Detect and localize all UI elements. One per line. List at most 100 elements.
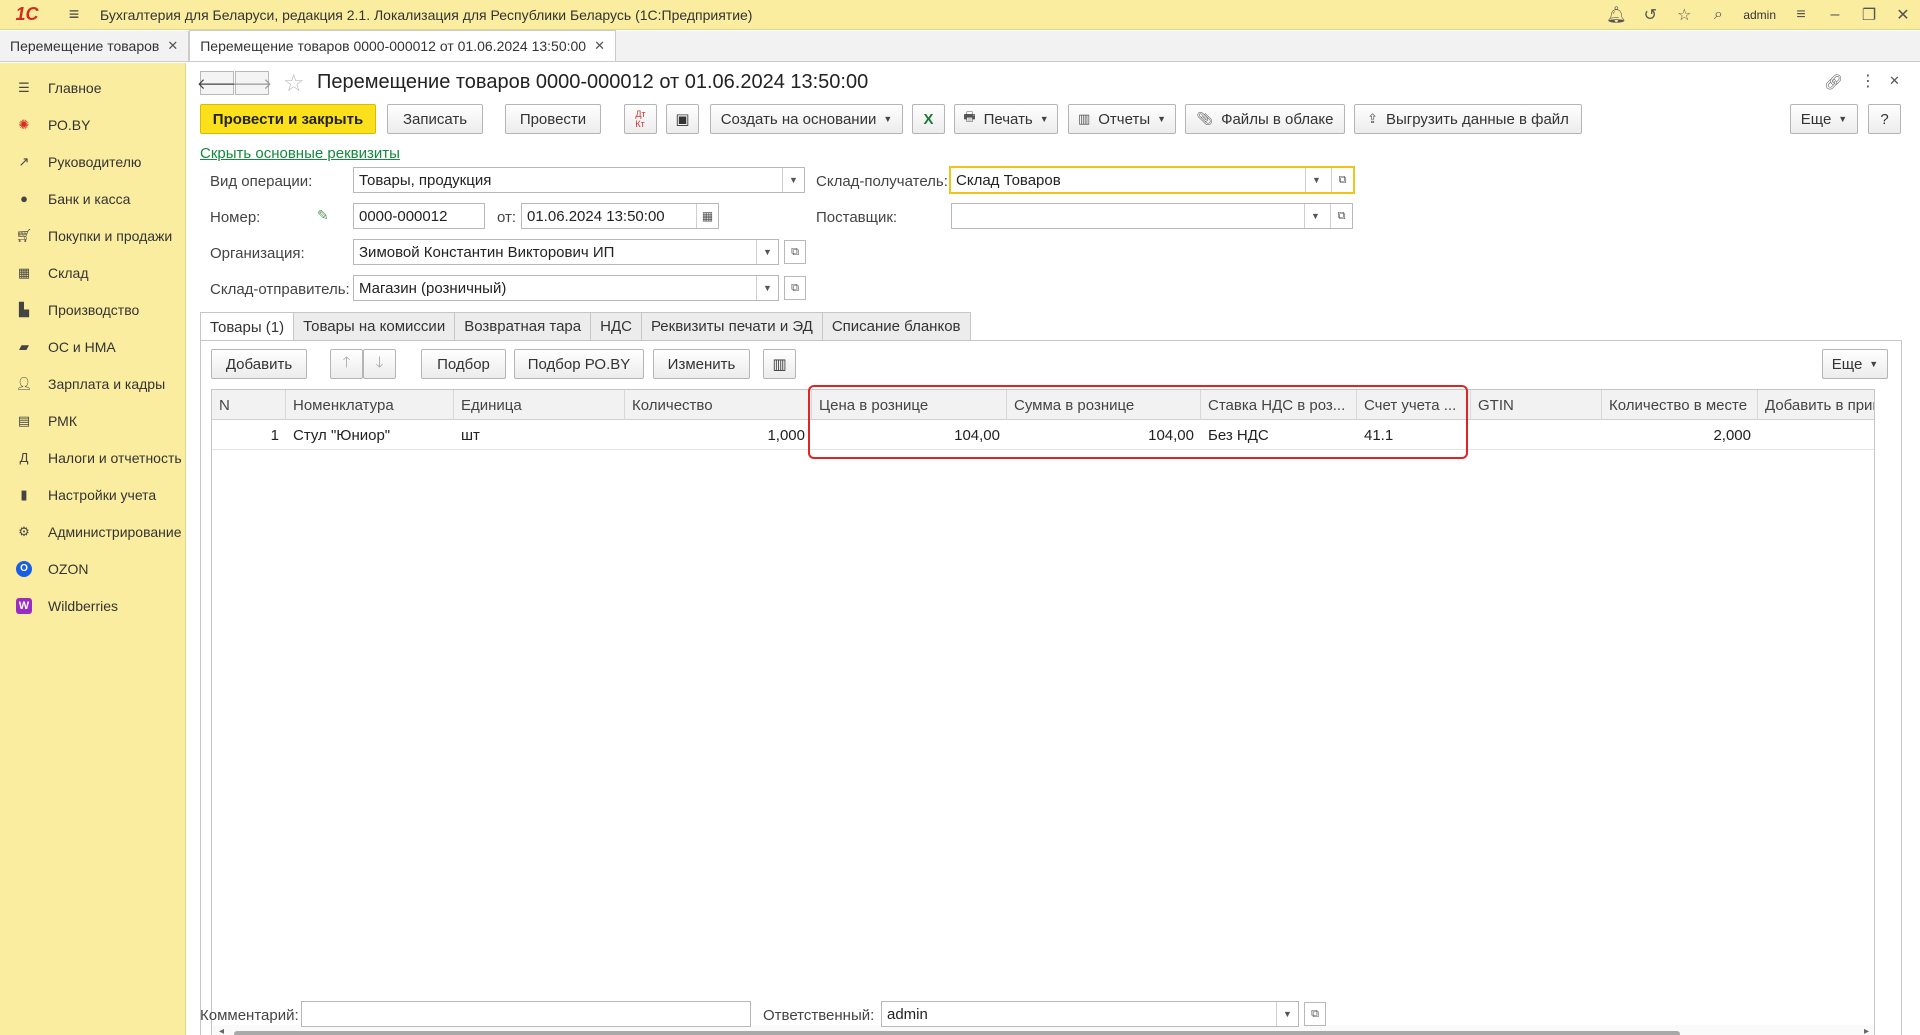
column-header[interactable]: Добавить в приме [1758,390,1874,420]
close-form-icon[interactable]: ✕ [1889,73,1900,89]
search-icon[interactable]: ⌕ [1701,6,1735,24]
chevron-down-icon[interactable]: ▼ [1304,204,1326,228]
more-vertical-icon[interactable]: ⋮ [1860,71,1876,91]
column-header[interactable]: Количество в месте [1602,390,1758,420]
tab-blank-writeoff[interactable]: Списание бланков [821,312,971,340]
link-icon[interactable]: 🔗︎ [1824,73,1843,91]
history-icon[interactable]: ↺ [1633,5,1667,25]
column-header[interactable]: Сумма в рознице [1007,390,1201,420]
table-more-button[interactable]: Еще ▼ [1822,349,1888,379]
minimize-icon[interactable]: – [1818,6,1852,24]
operation-type-field[interactable]: Товары, продукция ▼ [353,167,805,193]
receiver-warehouse-field[interactable]: Склад Товаров ▼ ⧉ [949,166,1355,194]
close-tab-icon[interactable]: ✕ [167,38,178,54]
column-header[interactable]: GTIN [1471,390,1602,420]
sender-warehouse-field[interactable]: Магазин (розничный) ▼ ⧉ [353,275,806,301]
settings-icon[interactable]: ≡ [1784,6,1818,24]
sidebar-item-production[interactable]: ▙ Производство [0,291,185,328]
sidebar-item-sales[interactable]: 🛒︎ Покупки и продажи [0,217,185,254]
open-icon[interactable]: ⧉ [784,276,806,300]
sidebar-item-rmk[interactable]: ▤ РМК [0,402,185,439]
scrollbar-thumb[interactable] [234,1031,1680,1035]
more-button[interactable]: Еще ▼ [1790,104,1858,134]
sidebar-item-main[interactable]: ☰ Главное [0,69,185,106]
hide-details-link[interactable]: Скрыть основные реквизиты [200,145,400,162]
move-down-icon[interactable]: 🡓 [363,349,396,379]
excel-icon[interactable]: X [912,104,945,134]
sidebar-item-salary[interactable]: 👤︎ Зарплата и кадры [0,365,185,402]
scroll-left-icon[interactable]: ◂ [219,1026,224,1035]
table-row[interactable]: 1 Стул "Юниор" шт 1,000 104,00 104,00 Бе… [212,420,1874,450]
tab-vat[interactable]: НДС [590,312,642,340]
sidebar-item-wildberries[interactable]: W Wildberries [0,587,185,624]
change-button[interactable]: Изменить [653,349,750,379]
favorite-star-icon[interactable]: ☆ [283,69,305,98]
pick-button[interactable]: Подбор [421,349,506,379]
sidebar-item-assets[interactable]: ▰ ОС и НМА [0,328,185,365]
bell-icon[interactable]: 🔔︎ [1599,5,1633,25]
move-up-icon[interactable]: 🡑 [330,349,363,379]
add-button[interactable]: Добавить [211,349,307,379]
restore-icon[interactable]: ❐ [1852,5,1886,25]
sidebar-item-ozon[interactable]: O OZON [0,550,185,587]
close-tab-icon[interactable]: ✕ [594,38,605,54]
tab-returnable-packaging[interactable]: Возвратная тара [454,312,592,340]
sidebar-item-admin[interactable]: ⚙ Администрирование [0,513,185,550]
sidebar-item-roby[interactable]: ✺ РО.BY [0,106,185,143]
column-header[interactable]: Ставка НДС в роз... [1201,390,1357,420]
open-icon[interactable]: ⧉ [1330,204,1352,228]
save-button[interactable]: Записать [387,104,483,134]
calendar-icon[interactable]: ▦ [696,204,718,228]
user-name[interactable]: admin [1743,8,1776,22]
number-field[interactable]: 0000-000012 [353,203,485,229]
sidebar-item-manager[interactable]: ↗ Руководителю [0,143,185,180]
tab-goods[interactable]: Товары (1) [200,312,295,341]
barcode-icon[interactable]: ▥ [763,349,796,379]
organization-field[interactable]: Зимовой Константин Викторович ИП ▼ ⧉ [353,239,806,265]
reports-button[interactable]: ▥ Отчеты ▼ [1068,104,1176,134]
date-field[interactable]: 01.06.2024 13:50:00 ▦ [521,203,719,229]
sidebar-item-settings[interactable]: ▮ Настройки учета [0,476,185,513]
chevron-down-icon[interactable]: ▼ [1305,168,1327,192]
column-header[interactable]: Единица [454,390,625,420]
column-header[interactable]: Номенклатура [286,390,454,420]
comment-field[interactable] [301,1001,751,1027]
responsible-field[interactable]: admin ▼ ⧉ [881,1001,1326,1027]
edit-number-icon[interactable]: ✎ [317,207,329,224]
post-button[interactable]: Провести [505,104,601,134]
open-icon[interactable]: ⧉ [1331,168,1353,192]
scroll-right-icon[interactable]: ▸ [1864,1026,1869,1035]
cloud-files-button[interactable]: 📎︎ Файлы в облаке [1185,104,1345,134]
chevron-down-icon[interactable]: ▼ [1276,1002,1298,1026]
column-header[interactable]: Количество [625,390,812,420]
window-tab[interactable]: Перемещение товаров ✕ [0,31,190,61]
dt-kt-icon[interactable]: Дт Кт [624,104,657,134]
main-menu-icon[interactable]: ≡ [62,4,86,25]
print-button[interactable]: 🖶 Печать ▼ [954,104,1058,134]
column-header[interactable]: N [212,390,286,420]
sidebar-item-bank[interactable]: ● Банк и касса [0,180,185,217]
star-icon[interactable]: ☆ [1667,5,1701,25]
chevron-down-icon[interactable]: ▼ [782,168,804,192]
column-header[interactable]: Цена в рознице [812,390,1007,420]
open-icon[interactable]: ⧉ [1304,1002,1326,1026]
create-based-button[interactable]: Создать на основании ▼ [710,104,903,134]
chevron-down-icon[interactable]: ▼ [756,276,778,300]
supplier-field[interactable]: ▼ ⧉ [951,203,1353,229]
open-icon[interactable]: ⧉ [784,240,806,264]
window-tab-active[interactable]: Перемещение товаров 0000-000012 от 01.06… [189,30,617,61]
column-header[interactable]: Счет учета ... [1357,390,1471,420]
help-button[interactable]: ? [1868,104,1901,134]
pick-roby-button[interactable]: Подбор РО.BY [514,349,644,379]
sidebar-item-taxes[interactable]: Д Налоги и отчетность [0,439,185,476]
back-arrow-icon[interactable]: 🡐 [197,71,237,95]
forward-arrow-icon[interactable]: 🡒 [232,71,272,95]
close-icon[interactable]: ✕ [1886,5,1920,25]
sidebar-item-warehouse[interactable]: ▦ Склад [0,254,185,291]
chevron-down-icon[interactable]: ▼ [756,240,778,264]
post-and-close-button[interactable]: Провести и закрыть [200,104,376,134]
structure-icon[interactable]: ▣ [666,104,699,134]
export-button[interactable]: ⇪ Выгрузить данные в файл [1354,104,1582,134]
tab-print-details[interactable]: Реквизиты печати и ЭД [640,312,823,340]
tab-commission-goods[interactable]: Товары на комиссии [293,312,456,340]
